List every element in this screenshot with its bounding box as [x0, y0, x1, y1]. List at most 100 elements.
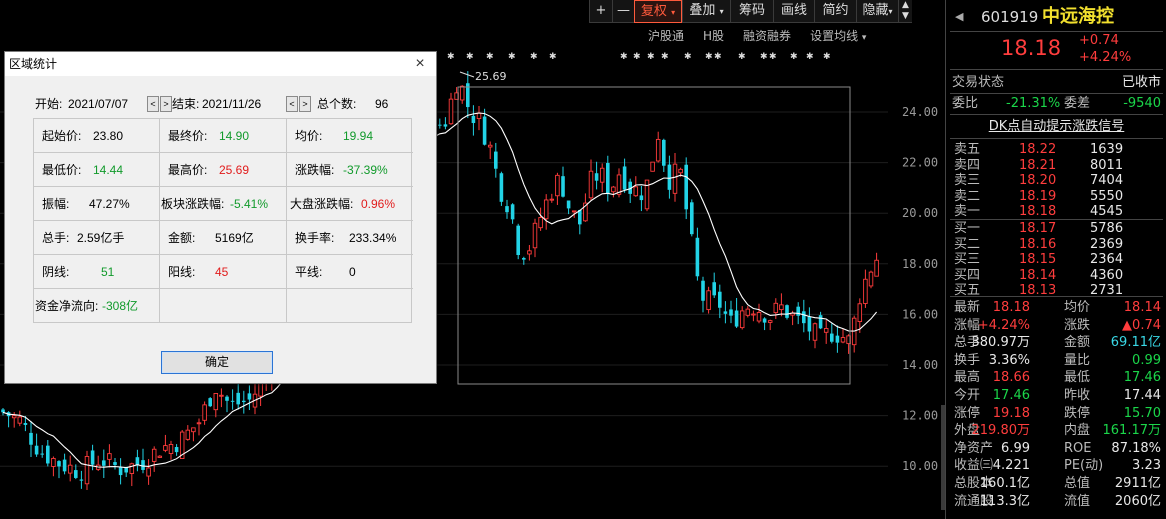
subnav-h-share[interactable]: H股 [703, 27, 724, 45]
event-marker-icon[interactable]: ✱ [447, 52, 455, 62]
event-marker-icon[interactable]: ✱ [486, 52, 494, 62]
event-marker-icon[interactable]: ✱ [549, 52, 557, 62]
event-marker-icon[interactable]: ✱ [823, 52, 831, 62]
event-marker-icon[interactable]: ✱ [684, 52, 692, 62]
candle [17, 410, 23, 427]
chart-toolbar: + — 复权 ▾ 叠加 ▾ 筹码 画线 简约 隐藏▾ ▲ ▼ [589, 0, 912, 23]
stat-down-bars: 阴线: 51 [34, 255, 160, 289]
subnav-margin[interactable]: 融资融券 [743, 27, 791, 45]
stat-start-price: 起始价: 23.80 [34, 119, 160, 153]
quote-stat-row: 涨幅 +4.24% 涨跌 ▲0.74 [954, 317, 1161, 333]
subnav-ma-settings[interactable]: 设置均线 ▾ [810, 27, 866, 45]
dialog-titlebar[interactable]: 区域统计 × [5, 52, 436, 76]
candle [578, 209, 582, 235]
event-marker-icon[interactable]: ✱ [530, 52, 538, 62]
range-next-button[interactable]: > [160, 96, 172, 112]
stat-volume: 总手: 2.59亿手 [34, 221, 160, 255]
end-next-button[interactable]: > [299, 96, 311, 112]
overlay-dropdown[interactable]: 叠加 ▾ [682, 0, 730, 23]
bid-row: 买二 18.16 2369 [954, 236, 1124, 252]
event-marker-icon[interactable]: ✱ [714, 52, 722, 62]
prev-stock-icon[interactable]: ◀ [955, 6, 963, 28]
candle [773, 298, 779, 319]
stat-flat-bars: 平线: 0 [287, 255, 413, 289]
price-change: +0.74 [1079, 33, 1119, 48]
event-marker-icon[interactable]: ✱ [508, 52, 516, 62]
candle [684, 157, 688, 220]
signal-link[interactable]: DK点自动提示涨跌信号 [946, 118, 1166, 135]
candle [767, 319, 773, 331]
candle [219, 388, 224, 408]
close-icon[interactable]: × [410, 54, 430, 74]
hide-dropdown[interactable]: 隐藏▾ [856, 0, 898, 23]
subnav-hk-connect[interactable]: 沪股通 [648, 27, 684, 45]
candle [1, 408, 5, 416]
candle [644, 179, 650, 212]
start-date: 2021/07/07 [68, 97, 129, 111]
candle [561, 166, 565, 198]
candle [225, 395, 229, 413]
candle [102, 449, 106, 479]
divider [950, 31, 1163, 32]
candle [174, 444, 179, 456]
bid-row: 买三 18.15 2364 [954, 252, 1124, 267]
chart-subnav: 沪股通 H股 融资融券 设置均线 ▾ [648, 27, 866, 45]
candle [118, 458, 123, 485]
candle [438, 118, 442, 129]
ok-button[interactable]: 确定 [161, 351, 273, 374]
event-marker-icon[interactable]: ✱ [647, 52, 655, 62]
stat-end-price: 最终价: 14.90 [160, 119, 287, 153]
chips-button[interactable]: 筹码 [730, 0, 773, 23]
y-tick-label: 22.00 [902, 156, 938, 170]
candle [40, 445, 44, 458]
candle [745, 306, 751, 318]
event-marker-icon[interactable]: ✱ [790, 52, 798, 62]
event-marker-icon[interactable]: ✱ [738, 52, 746, 62]
event-marker-icon[interactable]: ✱ [466, 52, 474, 62]
adjust-dropdown[interactable]: 复权 ▾ [634, 0, 682, 23]
candle [29, 421, 33, 457]
candle [807, 307, 812, 341]
draw-line-button[interactable]: 画线 [773, 0, 814, 23]
candle [751, 310, 756, 322]
candle [443, 117, 448, 130]
y-tick-label: 12.00 [902, 409, 938, 423]
event-marker-icon[interactable]: ✱ [633, 52, 641, 62]
range-prev-button[interactable]: < [147, 96, 159, 112]
candle [739, 306, 745, 330]
candle [549, 193, 555, 203]
candle [466, 71, 470, 119]
range-stats-dialog: 区域统计 × 开始: 2021/07/07 < > 结束: 2021/11/26… [4, 51, 437, 384]
candle [107, 444, 112, 468]
candle [494, 142, 498, 178]
candle [611, 185, 616, 198]
ask-row: 卖四 18.21 8011 [954, 157, 1124, 173]
event-marker-icon[interactable]: ✱ [620, 52, 628, 62]
candle [594, 161, 599, 190]
candle [113, 457, 117, 470]
candle [141, 448, 145, 474]
event-marker-icon[interactable]: ✱ [661, 52, 669, 62]
event-marker-icon[interactable]: ✱ [760, 52, 768, 62]
event-marker-icon[interactable]: ✱ [806, 52, 814, 62]
candle [168, 440, 174, 460]
scroll-up-icon[interactable]: ▲ [899, 0, 912, 11]
event-marker-icon[interactable]: ✱ [769, 52, 777, 62]
candle [196, 418, 202, 436]
y-tick-label: 20.00 [902, 206, 938, 220]
simple-mode-button[interactable]: 简约 [814, 0, 856, 23]
scroll-down-icon[interactable]: ▼ [899, 11, 912, 22]
quote-stat-row: 今开 17.46 昨收 17.44 [954, 388, 1161, 403]
ask-row: 卖一 18.18 4545 [954, 204, 1124, 219]
zoom-in-button[interactable]: + [589, 0, 612, 23]
start-label: 开始: [35, 97, 63, 111]
peak-label: 25.69 [475, 70, 507, 83]
candle [242, 390, 246, 414]
chevron-down-icon: ▾ [861, 33, 867, 43]
zoom-out-button[interactable]: — [612, 0, 634, 23]
event-marker-icon[interactable]: ✱ [705, 52, 713, 62]
toolbar-scroll[interactable]: ▲ ▼ [898, 0, 912, 23]
candle [863, 269, 868, 308]
end-prev-button[interactable]: < [286, 96, 298, 112]
candle [487, 141, 493, 159]
